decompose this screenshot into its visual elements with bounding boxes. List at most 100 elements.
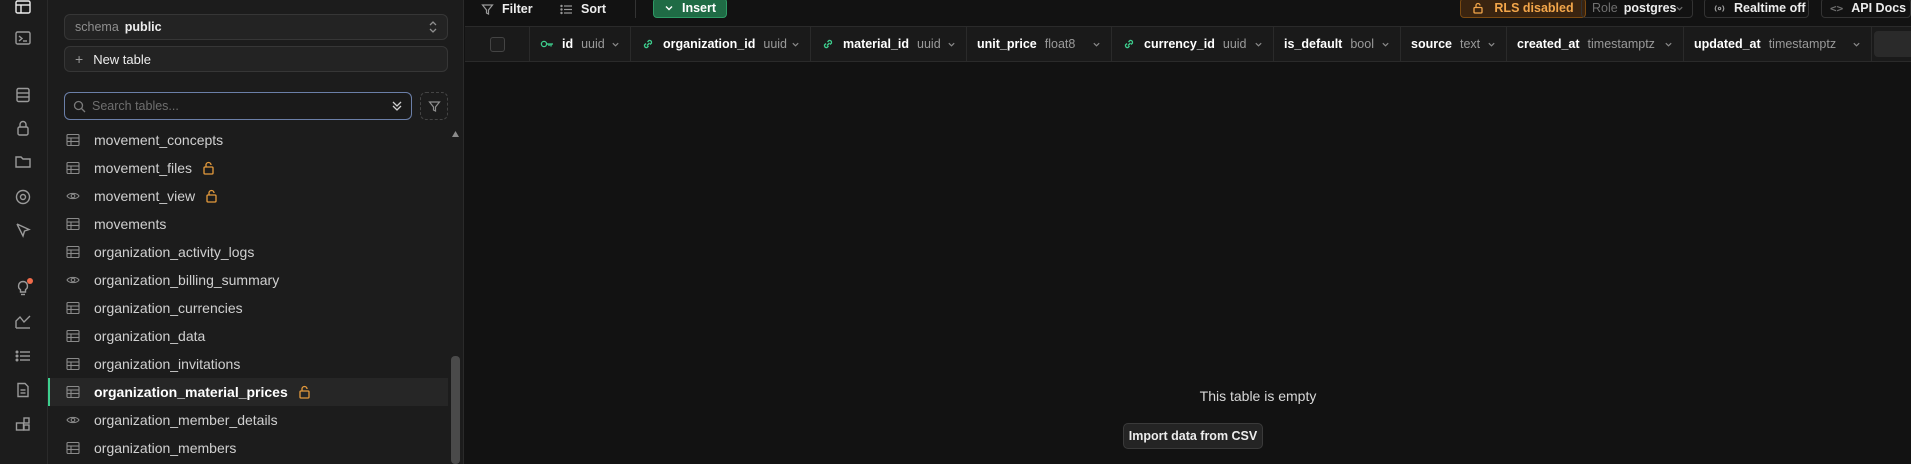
table-name-label: organization_material_prices <box>94 384 288 400</box>
link-icon <box>821 37 835 51</box>
chevron-down-icon[interactable] <box>1664 40 1673 49</box>
table-name-label: movement_concepts <box>94 132 224 148</box>
sidebar-table-item[interactable]: organization_members <box>48 434 448 462</box>
column-type: uuid <box>581 37 605 51</box>
filter-button[interactable]: Filter <box>481 0 533 18</box>
rls-label: RLS disabled <box>1494 1 1574 15</box>
column-type: timestamptz <box>1768 37 1837 51</box>
sidebar-table-item[interactable]: movement_concepts <box>48 126 448 154</box>
advisors-icon[interactable] <box>12 277 34 299</box>
rls-disabled-button[interactable]: RLS disabled <box>1460 0 1586 18</box>
sort-list-icon <box>560 4 572 14</box>
filter-schema-button[interactable] <box>420 92 448 120</box>
link-icon <box>641 37 655 51</box>
auth-icon[interactable] <box>12 117 34 139</box>
column-type: timestamptz <box>1587 37 1655 51</box>
chevron-down-icon[interactable] <box>1092 40 1101 49</box>
view-eye-icon <box>66 273 80 287</box>
tables-list: movement_concepts movement_files movement_… <box>48 126 448 464</box>
select-all-cell <box>465 27 530 61</box>
view-eye-icon <box>66 189 80 203</box>
chevron-down-icon <box>1676 6 1683 11</box>
column-type: uuid <box>1222 37 1247 51</box>
table-icon <box>66 357 80 371</box>
insert-button[interactable]: Insert <box>653 0 727 18</box>
reports-icon[interactable] <box>12 311 34 333</box>
sort-button[interactable]: Sort <box>560 0 606 18</box>
logs-icon[interactable] <box>12 345 34 367</box>
chevron-down-icon[interactable] <box>611 40 620 49</box>
sidebar-table-item[interactable]: movement_files <box>48 154 448 182</box>
column-header[interactable]: updated_at timestamptz <box>1684 27 1872 61</box>
role-selector[interactable]: Role postgres <box>1581 0 1693 18</box>
sidebar-table-item[interactable]: organization_member_details <box>48 406 448 434</box>
search-tables-box[interactable] <box>64 92 412 120</box>
empty-state-title: This table is empty <box>1199 388 1317 404</box>
chevron-down-icon[interactable] <box>947 40 956 49</box>
sidebar-table-item[interactable]: organization_data <box>48 322 448 350</box>
sidebar-table-item[interactable]: organization_activity_logs <box>48 238 448 266</box>
sidebar-scrollbar[interactable] <box>451 356 460 464</box>
sidebar-table-item[interactable]: movements <box>48 210 448 238</box>
chevron-down-icon[interactable] <box>1487 40 1496 49</box>
edge-functions-icon[interactable] <box>12 186 34 208</box>
import-csv-button[interactable]: Import data from CSV <box>1123 423 1263 449</box>
table-name-label: organization_billing_summary <box>94 272 280 288</box>
table-sidebar: schema public + New table movement_conce… <box>48 0 464 464</box>
column-header[interactable]: created_at timestamptz <box>1507 27 1684 61</box>
sidebar-table-item[interactable]: movement_view <box>48 182 448 210</box>
column-header[interactable]: source text <box>1401 27 1507 61</box>
table-icon <box>66 385 80 399</box>
column-name: organization_id <box>663 37 756 51</box>
integrations-icon[interactable] <box>12 413 34 435</box>
sidebar-table-item[interactable]: organization_material_prices <box>48 378 448 406</box>
column-name: updated_at <box>1694 37 1761 51</box>
add-column-button[interactable] <box>1874 31 1911 57</box>
table-name-label: movement_view <box>94 188 196 204</box>
new-table-button[interactable]: + New table <box>64 46 448 72</box>
scroll-up-arrow-icon[interactable] <box>451 130 460 138</box>
schema-selector[interactable]: schema public <box>64 14 448 40</box>
api-docs-label: API Docs <box>1851 1 1907 15</box>
realtime-label: Realtime off <box>1734 1 1806 15</box>
storage-icon[interactable] <box>12 150 34 172</box>
column-name: is_default <box>1284 37 1343 51</box>
chevron-down-icon[interactable] <box>1254 40 1263 49</box>
chevron-down-icon <box>665 6 673 11</box>
api-docs-button[interactable]: <> API Docs <box>1821 0 1911 18</box>
funnel-icon <box>427 100 441 112</box>
table-name-label: organization_member_details <box>94 412 278 428</box>
chevron-down-icon[interactable] <box>1852 40 1861 49</box>
sidebar-table-item[interactable]: organization_currencies <box>48 294 448 322</box>
column-type: text <box>1460 37 1481 51</box>
chevron-down-icon[interactable] <box>1381 40 1390 49</box>
table-icon <box>66 441 80 455</box>
chevron-down-icon[interactable] <box>791 40 800 49</box>
realtime-icon[interactable] <box>12 219 34 241</box>
table-name-label: movements <box>94 216 167 232</box>
column-header[interactable]: unit_price float8 <box>967 27 1112 61</box>
table-icon <box>66 161 80 175</box>
column-header[interactable]: organization_id uuid <box>631 27 811 61</box>
code-brackets-icon: <> <box>1830 1 1844 15</box>
api-docs-icon[interactable] <box>12 379 34 401</box>
realtime-toggle-button[interactable]: Realtime off <box>1704 0 1809 18</box>
search-icon <box>73 100 86 112</box>
sidebar-table-item[interactable]: organization_billing_summary <box>48 266 448 294</box>
chevrons-down-icon[interactable] <box>391 100 403 112</box>
table-icon <box>66 329 80 343</box>
sidebar-table-item[interactable]: organization_invitations <box>48 350 448 378</box>
table-editor-icon[interactable] <box>12 0 34 18</box>
select-all-checkbox[interactable] <box>489 36 505 52</box>
unlocked-rls-icon <box>202 161 215 175</box>
database-icon[interactable] <box>12 84 34 106</box>
column-header[interactable]: is_default bool <box>1274 27 1401 61</box>
column-header[interactable]: material_id uuid <box>811 27 967 61</box>
column-header[interactable]: currency_id uuid <box>1112 27 1274 61</box>
column-header[interactable]: id uuid <box>530 27 631 61</box>
new-table-label: New table <box>93 51 151 67</box>
column-name: id <box>562 37 574 51</box>
schema-value: public <box>124 20 162 34</box>
search-tables-input[interactable] <box>92 99 391 113</box>
sql-editor-icon[interactable] <box>12 27 34 49</box>
